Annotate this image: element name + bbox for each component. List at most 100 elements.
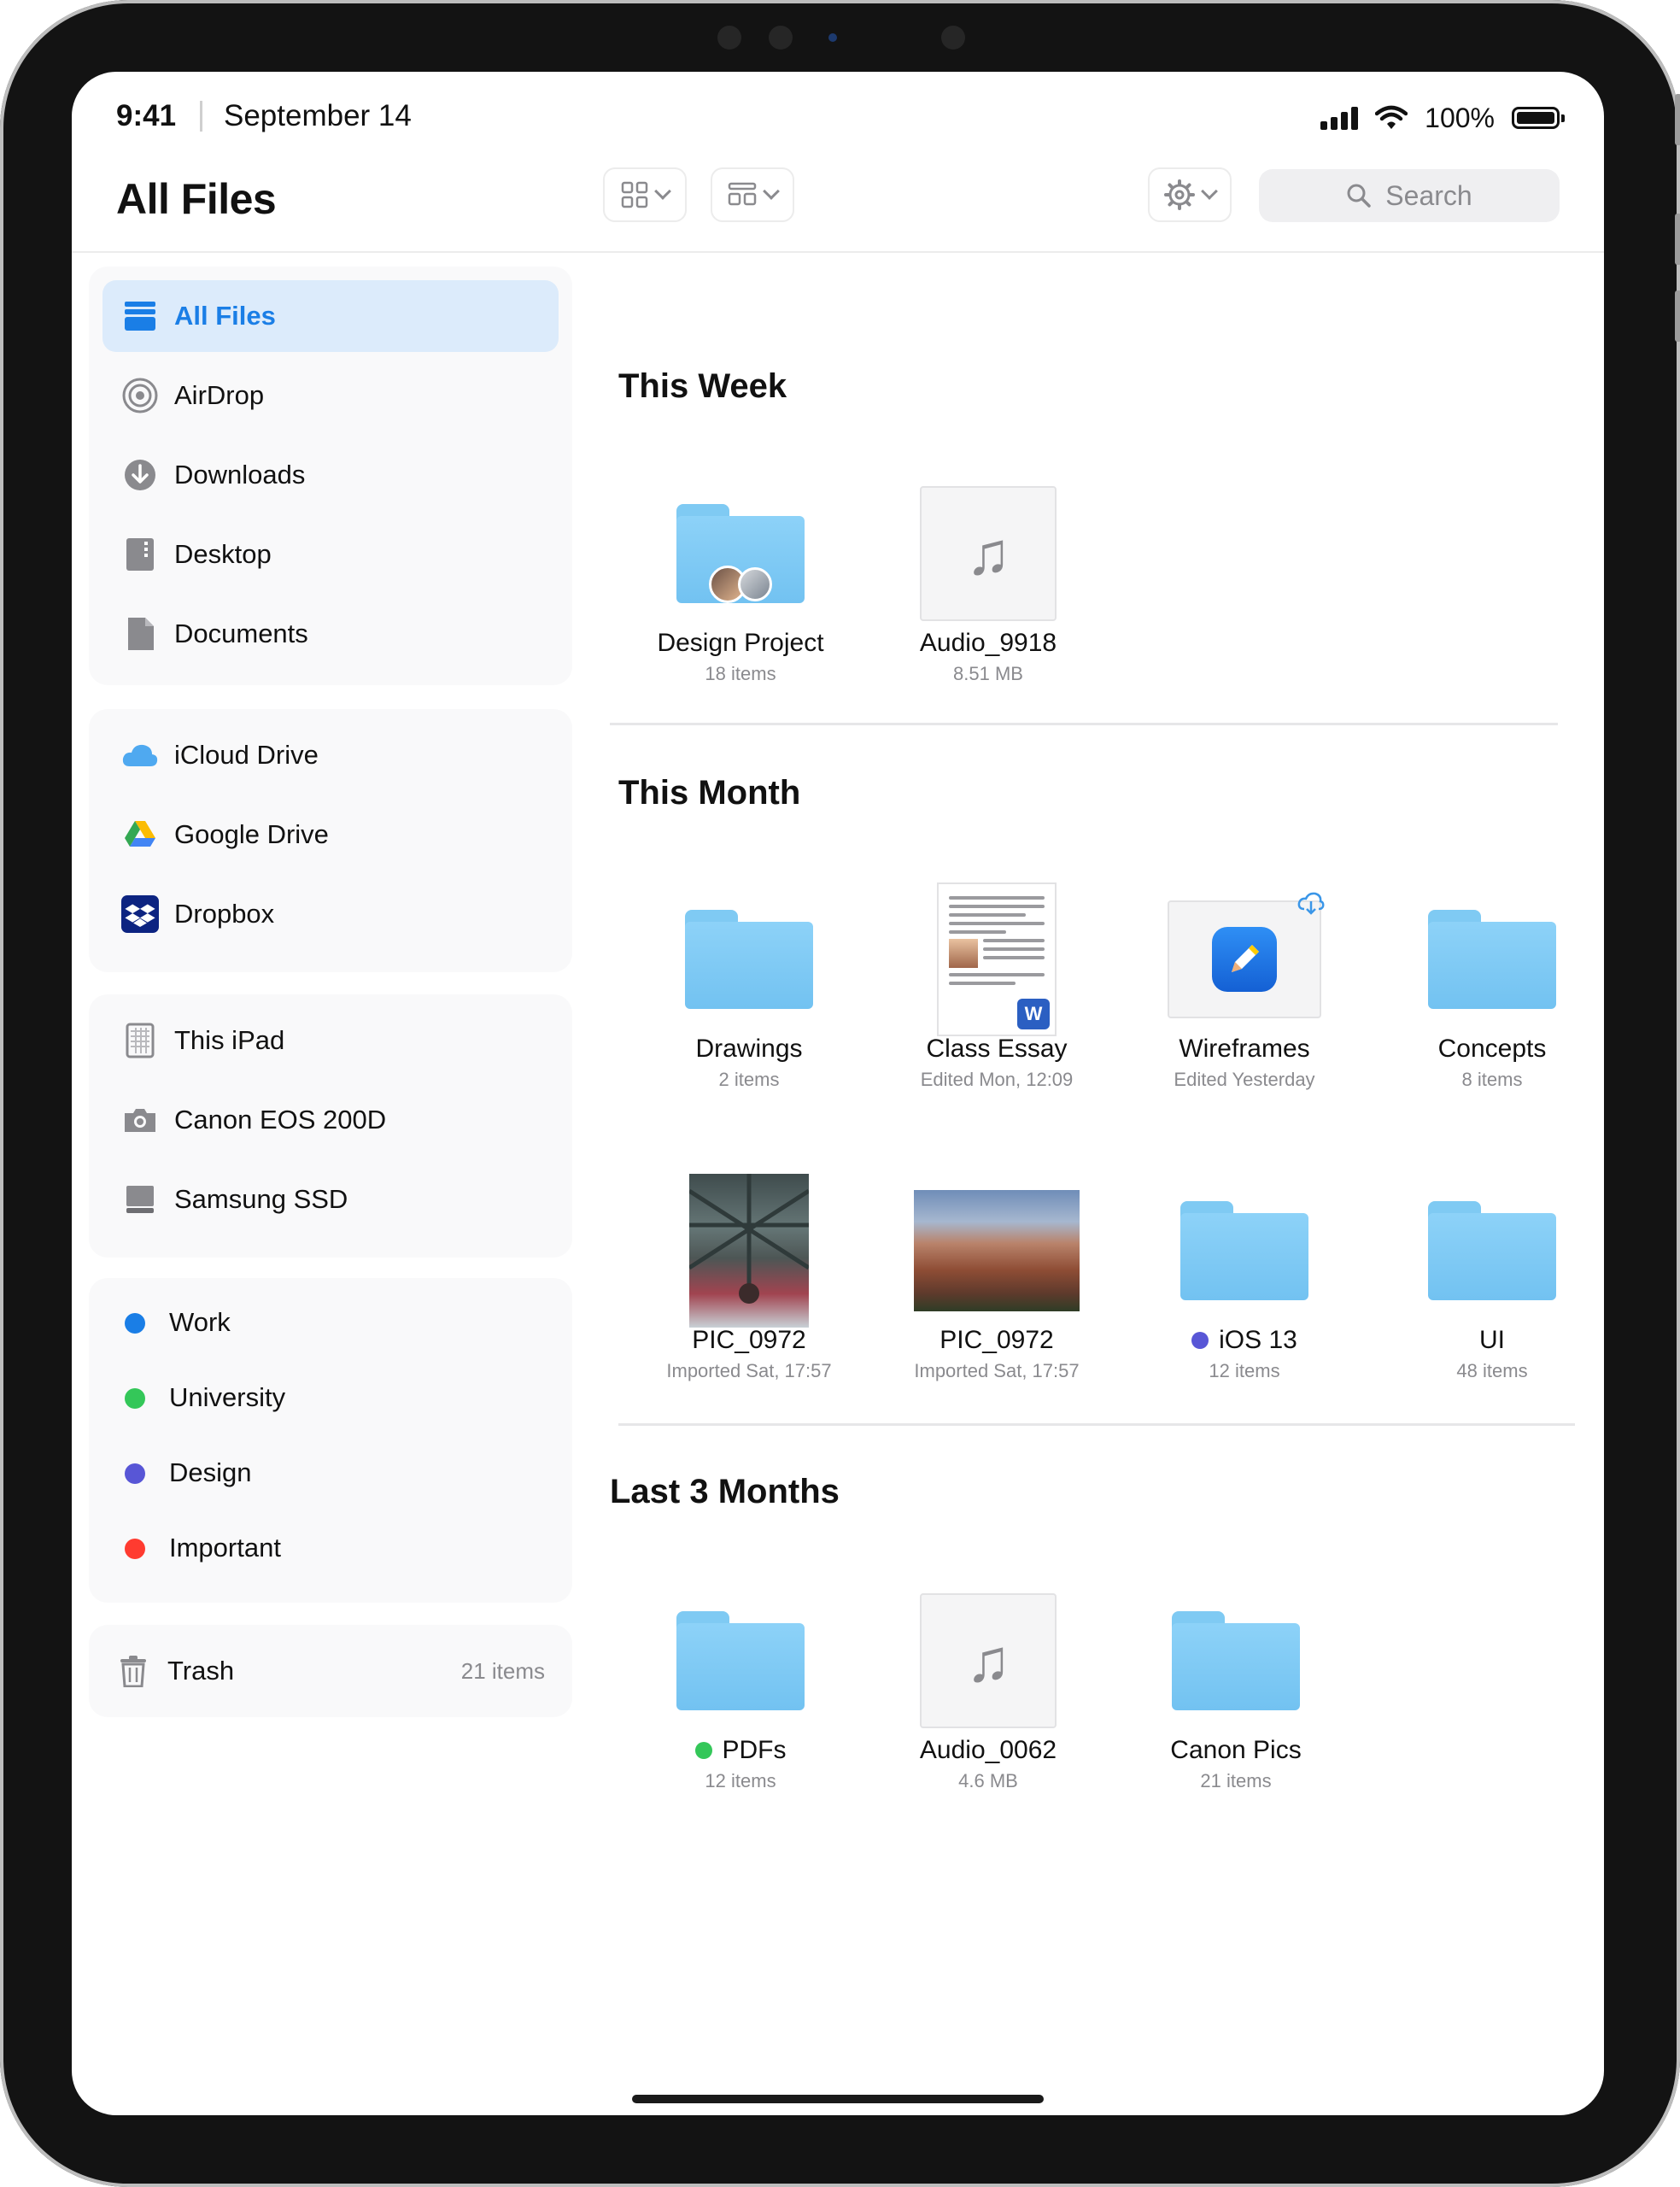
sidebar-item-icloud-drive[interactable]: iCloud Drive (102, 719, 559, 791)
sidebar-item-label: Work (169, 1307, 231, 1337)
folder-icon (617, 468, 864, 639)
group-view-button[interactable] (711, 167, 794, 222)
file-item-concepts[interactable]: Concepts 8 items (1368, 874, 1604, 1105)
sidebar-tag-important[interactable]: Important (102, 1512, 559, 1584)
sidebar-item-trash[interactable]: Trash 21 items (102, 1635, 559, 1707)
file-name: iOS 13 (1121, 1326, 1368, 1355)
folder-icon (1368, 1165, 1604, 1336)
file-name: Drawings (695, 1035, 803, 1063)
sidebar-item-google-drive[interactable]: Google Drive (102, 799, 559, 871)
volume-button (1675, 214, 1680, 265)
status-separator (200, 101, 202, 132)
sidebar-item-all-files[interactable]: All Files (102, 280, 559, 352)
file-item-ui[interactable]: UI 48 items (1368, 1165, 1604, 1396)
tag-color-dot (125, 1388, 145, 1409)
status-time: 9:41 (116, 99, 177, 132)
sidebar-item-documents[interactable]: Documents (102, 598, 559, 670)
app-document-icon (1121, 874, 1368, 1045)
photo-thumbnail (873, 1165, 1121, 1336)
sidebar-item-label: Canon EOS 200D (174, 1105, 387, 1135)
file-name: Audio_9918 (919, 629, 1057, 657)
sidebar-trash-group: Trash 21 items (89, 1625, 572, 1717)
file-item-design-project[interactable]: Design Project 18 items (617, 468, 864, 699)
google-drive-icon (121, 816, 159, 853)
status-indicators: 100% (1320, 101, 1565, 135)
file-meta: 8.51 MB (953, 663, 1023, 684)
airdrop-icon (121, 377, 159, 414)
screen: 9:41 September 14 100% All Files Search … (72, 72, 1604, 2115)
file-item-ios-13[interactable]: iOS 13 12 items (1121, 1165, 1368, 1396)
trash-icon (114, 1652, 152, 1690)
file-item-pdfs[interactable]: PDFs 12 items (617, 1575, 864, 1806)
camera-array (717, 22, 965, 53)
sidebar-item-canon-eos-200d[interactable]: Canon EOS 200D (102, 1084, 559, 1156)
sidebar-item-label: Desktop (174, 539, 272, 569)
chevron-down-icon (654, 183, 671, 200)
home-indicator[interactable] (632, 2095, 1044, 2103)
file-item-audio-0062[interactable]: ♫ Audio_0062 4.6 MB (864, 1575, 1112, 1806)
file-name: Wireframes (1179, 1035, 1310, 1063)
search-field[interactable]: Search (1259, 169, 1560, 222)
file-item-drawings[interactable]: Drawings 2 items (625, 874, 873, 1105)
file-item-pic-0972-canyon[interactable]: PIC_0972 Imported Sat, 17:57 (873, 1165, 1121, 1396)
toolbar: All Files Search (72, 157, 1604, 253)
folder-icon (617, 1575, 864, 1746)
status-bar: 9:41 September 14 100% (72, 72, 1604, 157)
power-button (1675, 290, 1680, 342)
volume-button (1675, 94, 1680, 145)
camera-icon (121, 1101, 159, 1139)
sidebar-item-dropbox[interactable]: Dropbox (102, 878, 559, 950)
file-item-canon-pics[interactable]: Canon Pics 21 items (1112, 1575, 1360, 1806)
file-meta: 4.6 MB (958, 1770, 1018, 1791)
sidebar-item-desktop[interactable]: Desktop (102, 519, 559, 590)
drive-icon (121, 1181, 159, 1218)
sidebar-devices-group: This iPad Canon EOS 200D Samsung SSD (89, 994, 572, 1258)
section-divider (618, 1423, 1575, 1426)
sidebar-item-label: Important (169, 1533, 281, 1563)
file-item-class-essay[interactable]: W Class Essay Edited Mon, 12:09 (873, 874, 1121, 1105)
section-title-this-month: This Month (618, 774, 801, 812)
tag-color-dot (125, 1463, 145, 1484)
photo-thumbnail (625, 1165, 873, 1336)
grid-icon (621, 181, 648, 208)
desktop-icon (121, 536, 159, 573)
dropbox-icon (121, 895, 159, 933)
tag-color-dot (125, 1539, 145, 1559)
sidebar-item-label: This iPad (174, 1025, 285, 1055)
settings-menu-button[interactable] (1148, 167, 1232, 222)
file-meta: Edited Mon, 12:09 (920, 1069, 1074, 1090)
sidebar-tag-design[interactable]: Design (102, 1437, 559, 1509)
file-item-pic-0972-bridge[interactable]: PIC_0972 Imported Sat, 17:57 (625, 1165, 873, 1396)
grid-view-button[interactable] (603, 167, 687, 222)
battery-percentage: 100% (1425, 102, 1495, 133)
downloads-icon (121, 456, 159, 494)
sidebar-item-samsung-ssd[interactable]: Samsung SSD (102, 1164, 559, 1235)
cellular-signal-icon (1320, 106, 1359, 130)
section-title-last-3-months: Last 3 Months (610, 1473, 840, 1510)
folder-icon (1112, 1575, 1360, 1746)
sidebar-tag-university[interactable]: University (102, 1362, 559, 1434)
ipad-icon (121, 1022, 159, 1059)
sidebar-item-label: Trash (167, 1656, 235, 1686)
file-item-audio-9918[interactable]: ♫ Audio_9918 8.51 MB (864, 468, 1112, 699)
icloud-icon (121, 736, 159, 774)
folder-icon (1121, 1165, 1368, 1336)
documents-icon (121, 615, 159, 653)
sidebar-cloud-group: iCloud Drive Google Drive Dropbox (89, 709, 572, 972)
file-meta: Imported Sat, 17:57 (666, 1360, 832, 1381)
status-date: September 14 (224, 99, 412, 132)
file-meta: 48 items (1456, 1360, 1528, 1381)
sidebar-item-label: All Files (174, 301, 276, 331)
page-title: All Files (116, 175, 277, 223)
sidebar-item-downloads[interactable]: Downloads (102, 439, 559, 511)
pencil-icon (1212, 927, 1277, 992)
chevron-down-icon (763, 183, 780, 200)
sidebar-item-this-ipad[interactable]: This iPad (102, 1005, 559, 1076)
folder-icon (625, 874, 873, 1045)
sidebar-item-label: Google Drive (174, 819, 329, 849)
sidebar: All Files AirDrop Downloads Desktop Docu… (89, 267, 572, 1804)
file-item-wireframes[interactable]: Wireframes Edited Yesterday (1121, 874, 1368, 1105)
sidebar-tag-work[interactable]: Work (102, 1287, 559, 1358)
cloud-download-icon (1297, 892, 1325, 915)
sidebar-item-airdrop[interactable]: AirDrop (102, 360, 559, 431)
